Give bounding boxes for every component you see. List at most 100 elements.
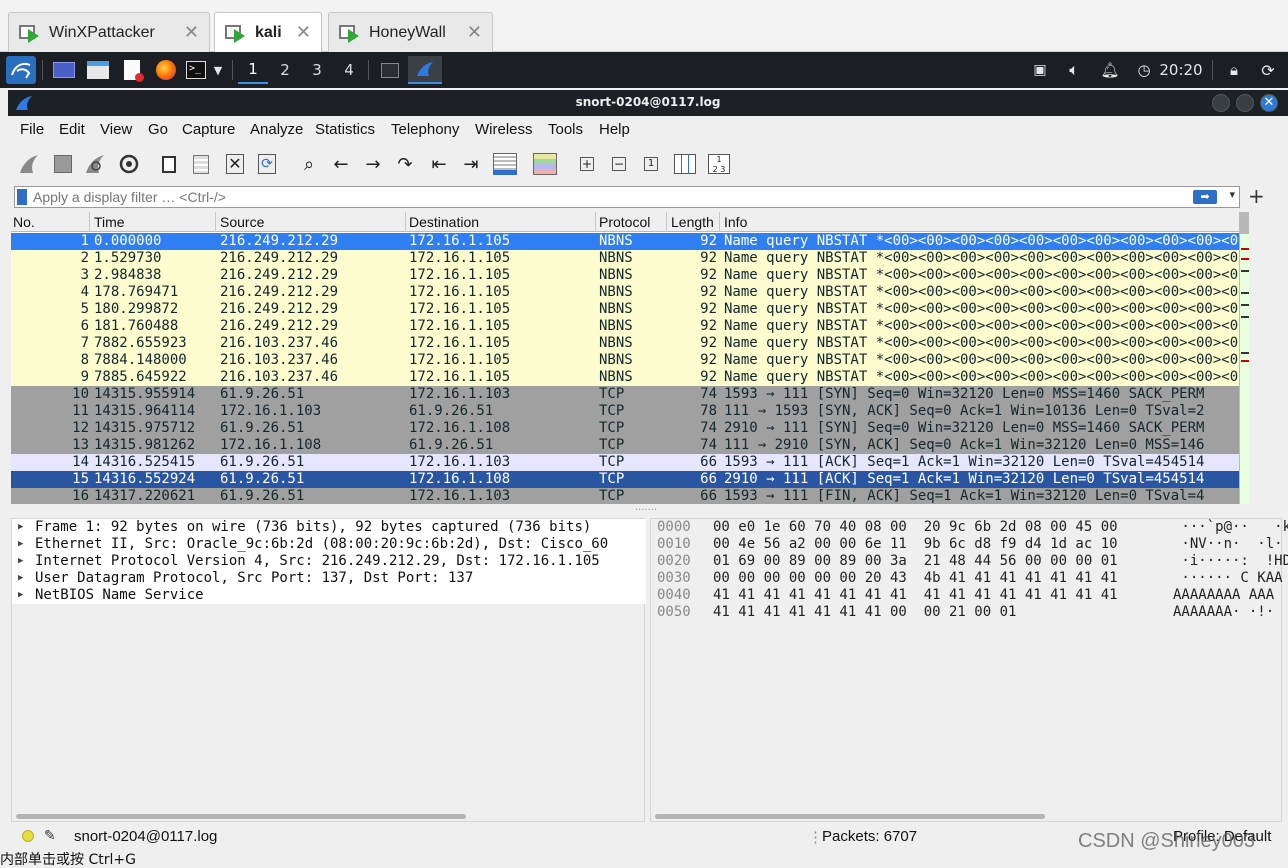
menu-file[interactable]: File (20, 121, 44, 138)
terminal-icon[interactable]: >_ (184, 56, 208, 84)
power-icon[interactable]: ⟳ (1256, 56, 1280, 84)
volume-icon[interactable]: 🔈︎ (1062, 56, 1086, 84)
column-destination[interactable]: Destination (409, 214, 479, 230)
bytes-row[interactable]: 0050 41 41 41 41 41 41 41 00 00 21 00 01 A… (651, 604, 1283, 621)
detail-row-ethernet[interactable]: ▶ Ethernet II, Src: Oracle_9c:6b:2d (08:0… (12, 536, 646, 553)
column-protocol[interactable]: Protocol (599, 214, 650, 230)
menu-tools[interactable]: Tools (548, 121, 583, 138)
find-packet-icon[interactable]: ⌕ (296, 151, 322, 177)
packet-row[interactable]: 8 7884.148000 216.103.237.46 172.16.1.105 NB… (11, 352, 1239, 369)
close-icon[interactable]: ✕ (296, 22, 311, 43)
packet-row[interactable]: 5 180.299872 216.249.212.29 172.16.1.105 NBN… (11, 301, 1239, 318)
chevron-down-icon[interactable]: ▼ (208, 56, 228, 84)
column-source[interactable]: Source (220, 214, 264, 230)
close-window-button[interactable]: ✕ (1260, 94, 1278, 112)
go-forward-icon[interactable]: → (360, 151, 386, 177)
layout-icon[interactable]: 12 3 (706, 151, 732, 177)
bytes-hscrollbar[interactable] (655, 814, 1045, 819)
resize-columns-icon[interactable] (672, 151, 698, 177)
close-icon[interactable]: ✕ (184, 22, 199, 43)
packet-row[interactable]: 6 181.760488 216.249.212.29 172.16.1.105 NBN… (11, 318, 1239, 335)
colorize-icon[interactable] (532, 151, 558, 177)
column-length[interactable]: Length (671, 214, 714, 230)
bookmark-icon[interactable] (17, 189, 27, 205)
close-icon[interactable]: ✕ (467, 22, 482, 43)
zoom-in-icon[interactable]: + (574, 151, 600, 177)
packet-row[interactable]: 7 7882.655923 216.103.237.46 172.16.1.105 NB… (11, 335, 1239, 352)
menu-wireless[interactable]: Wireless (475, 121, 533, 138)
last-packet-icon[interactable]: ⇥ (458, 151, 484, 177)
start-capture-icon[interactable] (16, 151, 42, 177)
bytes-row[interactable]: 0040 41 41 41 41 41 41 41 41 41 41 41 41 … (651, 587, 1283, 604)
kali-menu-icon[interactable] (6, 56, 36, 84)
packet-row[interactable]: 15 14316.552924 61.9.26.51 172.16.1.108 TCP 6… (11, 471, 1239, 488)
capture-options-icon[interactable] (116, 151, 142, 177)
vm-tab-kali[interactable]: kali ✕ (214, 12, 322, 52)
packet-row[interactable]: 14 14316.525415 61.9.26.51 172.16.1.103 TCP 6… (11, 454, 1239, 471)
packet-row[interactable]: 11 14315.964114 172.16.1.103 61.9.26.51 TCP 7… (11, 403, 1239, 420)
details-hscrollbar[interactable] (16, 814, 466, 819)
packet-row[interactable]: 1 0.000000 216.249.212.29 172.16.1.105 NBNS 9… (11, 233, 1239, 250)
panel-clock[interactable]: 20:20 (1158, 56, 1204, 84)
packet-row[interactable]: 10 14315.955914 61.9.26.51 172.16.1.103 TCP 7… (11, 386, 1239, 403)
column-no[interactable]: No. (13, 214, 35, 230)
menu-view[interactable]: View (100, 121, 132, 138)
bytes-row[interactable]: 0010 00 4e 56 a2 00 00 6e 11 9b 6c d8 f9 … (651, 536, 1283, 553)
normal-size-icon[interactable]: 1 (638, 151, 664, 177)
window-titlebar[interactable]: snort-0204@0117.log ✕ (8, 90, 1288, 116)
maximize-button[interactable] (1236, 94, 1254, 112)
stop-capture-icon[interactable] (50, 151, 76, 177)
lock-icon[interactable]: 🔒︎ (1222, 56, 1246, 84)
go-back-icon[interactable]: ← (328, 151, 354, 177)
expand-arrow-icon[interactable]: ▶ (18, 553, 23, 570)
detail-row-frame[interactable]: ▶ Frame 1: 92 bytes on wire (736 bits), 9… (12, 519, 646, 536)
menu-go[interactable]: Go (148, 121, 168, 138)
expand-arrow-icon[interactable]: ▶ (18, 536, 23, 553)
autoscroll-icon[interactable] (492, 151, 518, 177)
apply-filter-icon[interactable]: ➡ (1193, 190, 1217, 204)
reload-file-icon[interactable]: ⟳ (254, 151, 280, 177)
expand-arrow-icon[interactable]: ▶ (18, 587, 23, 604)
detail-row-udp[interactable]: ▶ User Datagram Protocol, Src Port: 137, … (12, 570, 646, 587)
menu-analyze[interactable]: Analyze (250, 121, 303, 138)
packet-row[interactable]: 16 14317.220621 61.9.26.51 172.16.1.103 TCP 6… (11, 488, 1239, 504)
menu-statistics[interactable]: Statistics (315, 121, 375, 138)
show-desktop-icon[interactable] (50, 56, 78, 84)
screen-icon[interactable]: ▣ (1028, 56, 1052, 84)
column-info[interactable]: Info (724, 214, 747, 230)
taskbar-terminal-icon[interactable] (376, 56, 404, 84)
packet-row[interactable]: 2 1.529730 216.249.212.29 172.16.1.105 NBNS 9… (11, 250, 1239, 267)
file-manager-icon[interactable] (84, 56, 112, 84)
notification-bell-icon[interactable]: 🔔︎ (1098, 56, 1122, 84)
menu-telephony[interactable]: Telephony (391, 121, 459, 138)
zoom-out-icon[interactable]: − (606, 151, 632, 177)
menu-capture[interactable]: Capture (182, 121, 235, 138)
packet-row[interactable]: 4 178.769471 216.249.212.29 172.16.1.105 NBN… (11, 284, 1239, 301)
minimize-button[interactable] (1212, 94, 1230, 112)
menu-help[interactable]: Help (599, 121, 630, 138)
firefox-icon[interactable] (152, 56, 180, 84)
bytes-row[interactable]: 0020 01 69 00 89 00 89 00 3a 21 48 44 56 … (651, 553, 1288, 570)
expert-info-icon[interactable] (22, 830, 34, 842)
expand-arrow-icon[interactable]: ▶ (18, 519, 23, 536)
add-filter-button[interactable]: + (1248, 184, 1265, 208)
packet-list-scrollbar[interactable] (1239, 212, 1249, 504)
workspace-4[interactable]: 4 (334, 56, 364, 84)
packet-row[interactable]: 3 2.984838 216.249.212.29 172.16.1.105 NBNS 9… (11, 267, 1239, 284)
packet-row[interactable]: 9 7885.645922 216.103.237.46 172.16.1.105 NB… (11, 369, 1239, 386)
pane-splitter[interactable]: ······· (11, 506, 1281, 516)
close-file-icon[interactable]: ✕ (222, 151, 248, 177)
packet-row[interactable]: 12 14315.975712 61.9.26.51 172.16.1.108 TCP 7… (11, 420, 1239, 437)
filter-dropdown-icon[interactable]: ▾ (1229, 188, 1235, 201)
workspace-2[interactable]: 2 (270, 56, 300, 84)
open-file-icon[interactable] (156, 151, 182, 177)
scrollbar-thumb[interactable] (1240, 212, 1249, 234)
workspace-1[interactable]: 1 (238, 56, 268, 84)
restart-capture-icon[interactable] (82, 151, 108, 177)
detail-row-ip[interactable]: ▶ Internet Protocol Version 4, Src: 216.2… (12, 553, 646, 570)
taskbar-wireshark-icon[interactable] (408, 56, 442, 84)
menu-edit[interactable]: Edit (59, 121, 85, 138)
detail-row-nbns[interactable]: ▶ NetBIOS Name Service (12, 587, 646, 604)
expand-arrow-icon[interactable]: ▶ (18, 570, 23, 587)
text-editor-icon[interactable] (118, 56, 146, 84)
